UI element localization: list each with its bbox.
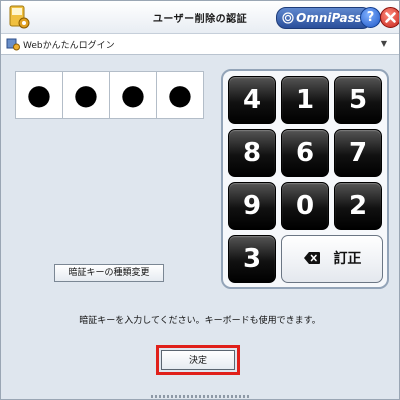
ok-button[interactable]: 決定 <box>161 350 235 370</box>
key-8[interactable]: 8 <box>228 129 276 177</box>
backspace-label: 訂正 <box>333 251 362 267</box>
key-4[interactable]: 4 <box>228 76 276 124</box>
backspace-button[interactable]: 訂正 <box>281 235 383 283</box>
web-login-icon <box>6 38 20 51</box>
change-key-type-button[interactable]: 暗証キーの種類変更 <box>54 264 164 282</box>
backspace-icon <box>303 252 320 264</box>
close-button[interactable] <box>380 7 399 28</box>
close-icon <box>385 12 396 23</box>
key-7[interactable]: 7 <box>334 129 382 177</box>
auth-dialog: ユーザー削除の認証 OmniPass ? Webかんたんログイン ▼ ● ● ●… <box>0 0 400 400</box>
key-2[interactable]: 2 <box>334 182 382 230</box>
omnipass-logo: OmniPass <box>276 7 372 29</box>
fingerprint-icon <box>282 12 294 24</box>
account-label: Webかんたんログイン <box>23 41 115 51</box>
pin-display: ● ● ● ● <box>15 71 209 119</box>
chevron-down-icon: ▼ <box>380 39 387 48</box>
pin-digit-3: ● <box>109 71 157 119</box>
brand-text: OmniPass <box>296 11 362 25</box>
pin-digit-1: ● <box>15 71 63 119</box>
key-3[interactable]: 3 <box>228 235 276 283</box>
key-1[interactable]: 1 <box>281 76 329 124</box>
resize-grip[interactable] <box>151 395 251 398</box>
key-5[interactable]: 5 <box>334 76 382 124</box>
keypad: 4 1 5 8 6 7 9 0 2 3 訂正 <box>221 69 389 289</box>
key-6[interactable]: 6 <box>281 129 329 177</box>
pin-digit-2: ● <box>62 71 110 119</box>
title-bar: ユーザー削除の認証 OmniPass ? <box>1 1 399 34</box>
instruction-text: 暗証キーを入力してください。キーボードも使用できます。 <box>79 316 321 326</box>
pin-digit-4: ● <box>156 71 204 119</box>
account-selector[interactable]: Webかんたんログイン ▼ <box>1 34 399 55</box>
key-0[interactable]: 0 <box>281 182 329 230</box>
help-button[interactable]: ? <box>360 7 381 28</box>
key-9[interactable]: 9 <box>228 182 276 230</box>
